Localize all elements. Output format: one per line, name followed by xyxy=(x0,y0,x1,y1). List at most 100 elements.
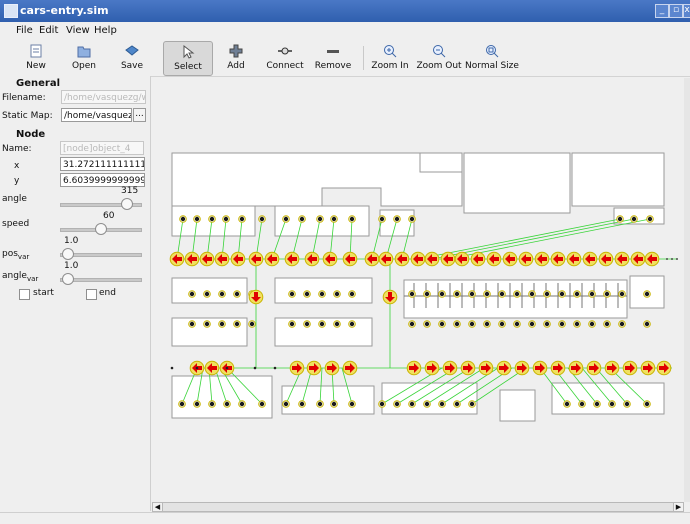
parked-car-node[interactable] xyxy=(318,290,326,298)
traffic-flow-node[interactable] xyxy=(382,289,398,305)
traffic-flow-node[interactable] xyxy=(248,251,264,267)
parked-car-node[interactable] xyxy=(438,320,446,328)
open-button[interactable]: Open xyxy=(60,41,108,74)
traffic-flow-node[interactable] xyxy=(424,251,440,267)
traffic-flow-node[interactable] xyxy=(630,251,646,267)
parked-car-node[interactable] xyxy=(298,400,306,408)
parked-car-node[interactable] xyxy=(618,320,626,328)
parked-car-node[interactable] xyxy=(468,320,476,328)
traffic-flow-node[interactable] xyxy=(324,360,340,376)
parked-car-node[interactable] xyxy=(223,400,231,408)
traffic-flow-node[interactable] xyxy=(614,251,630,267)
waypoint-node[interactable] xyxy=(195,366,199,370)
parked-car-node[interactable] xyxy=(188,290,196,298)
parked-car-node[interactable] xyxy=(188,320,196,328)
traffic-flow-node[interactable] xyxy=(424,360,440,376)
traffic-flow-node[interactable] xyxy=(566,251,582,267)
traffic-flow-node[interactable] xyxy=(598,251,614,267)
traffic-flow-node[interactable] xyxy=(502,251,518,267)
parked-car-node[interactable] xyxy=(348,215,356,223)
traffic-flow-node[interactable] xyxy=(169,251,185,267)
connect-button[interactable]: Connect xyxy=(261,41,309,74)
parked-car-node[interactable] xyxy=(193,400,201,408)
parked-car-node[interactable] xyxy=(498,290,506,298)
parking-map[interactable] xyxy=(152,78,684,502)
static-map-field[interactable]: /home/vasquezg xyxy=(61,108,132,122)
traffic-flow-node[interactable] xyxy=(568,360,584,376)
pos-var-slider[interactable] xyxy=(60,247,142,261)
horizontal-scrollbar[interactable]: ◀ ▶ xyxy=(152,502,684,512)
menu-help[interactable]: Help xyxy=(94,25,117,36)
traffic-flow-node[interactable] xyxy=(406,360,422,376)
parked-car-node[interactable] xyxy=(318,320,326,328)
parked-car-node[interactable] xyxy=(248,320,256,328)
traffic-flow-node[interactable] xyxy=(532,360,548,376)
parked-car-node[interactable] xyxy=(468,400,476,408)
parked-car-node[interactable] xyxy=(218,320,226,328)
parked-car-node[interactable] xyxy=(483,290,491,298)
parked-car-node[interactable] xyxy=(498,320,506,328)
parked-car-node[interactable] xyxy=(513,290,521,298)
parked-car-node[interactable] xyxy=(438,400,446,408)
angle-slider[interactable] xyxy=(60,197,142,211)
parked-car-node[interactable] xyxy=(282,215,290,223)
parked-car-node[interactable] xyxy=(408,400,416,408)
parked-car-node[interactable] xyxy=(258,400,266,408)
parked-car-node[interactable] xyxy=(623,400,631,408)
parked-car-node[interactable] xyxy=(233,320,241,328)
parked-car-node[interactable] xyxy=(330,215,338,223)
traffic-flow-node[interactable] xyxy=(604,360,620,376)
menu-edit[interactable]: Edit xyxy=(39,25,58,36)
parked-car-node[interactable] xyxy=(408,320,416,328)
parked-car-node[interactable] xyxy=(558,290,566,298)
parked-car-node[interactable] xyxy=(233,290,241,298)
vertical-scrollbar[interactable] xyxy=(684,78,690,502)
parked-car-node[interactable] xyxy=(528,290,536,298)
parked-car-node[interactable] xyxy=(193,215,201,223)
parked-car-node[interactable] xyxy=(528,320,536,328)
traffic-flow-node[interactable] xyxy=(410,251,426,267)
zoom-in-button[interactable]: Zoom In xyxy=(366,41,414,74)
parked-car-node[interactable] xyxy=(588,290,596,298)
traffic-flow-node[interactable] xyxy=(342,360,358,376)
traffic-flow-node[interactable] xyxy=(454,251,470,267)
parked-car-node[interactable] xyxy=(393,400,401,408)
parked-car-node[interactable] xyxy=(258,215,266,223)
parked-car-node[interactable] xyxy=(303,320,311,328)
filename-field[interactable]: /home/vasquezg/wo xyxy=(61,90,146,104)
y-field[interactable]: 6.60399999999995 xyxy=(60,173,145,187)
traffic-flow-node[interactable] xyxy=(470,251,486,267)
traffic-flow-node[interactable] xyxy=(304,251,320,267)
parked-car-node[interactable] xyxy=(333,320,341,328)
parked-car-node[interactable] xyxy=(563,400,571,408)
traffic-flow-node[interactable] xyxy=(460,360,476,376)
parked-car-node[interactable] xyxy=(222,215,230,223)
traffic-flow-node[interactable] xyxy=(656,360,672,376)
traffic-flow-node[interactable] xyxy=(514,360,530,376)
parked-car-node[interactable] xyxy=(608,400,616,408)
waypoint-node[interactable] xyxy=(225,366,229,370)
traffic-flow-node[interactable] xyxy=(264,251,280,267)
parked-car-node[interactable] xyxy=(238,215,246,223)
remove-button[interactable]: Remove xyxy=(309,41,357,74)
angle-var-slider[interactable] xyxy=(60,272,142,286)
end-checkbox[interactable] xyxy=(86,289,97,300)
traffic-flow-node[interactable] xyxy=(248,289,264,305)
parked-car-node[interactable] xyxy=(208,215,216,223)
parked-car-node[interactable] xyxy=(573,290,581,298)
menu-view[interactable]: View xyxy=(66,25,90,36)
browse-static-map-button[interactable]: ... xyxy=(133,108,146,122)
select-button[interactable]: Select xyxy=(163,41,213,76)
traffic-flow-node[interactable] xyxy=(214,251,230,267)
save-button[interactable]: Save xyxy=(108,41,156,74)
parked-car-node[interactable] xyxy=(646,215,654,223)
parked-car-node[interactable] xyxy=(316,215,324,223)
traffic-flow-node[interactable] xyxy=(496,360,512,376)
waypoint-node[interactable] xyxy=(253,366,257,370)
traffic-flow-node[interactable] xyxy=(486,251,502,267)
traffic-flow-node[interactable] xyxy=(284,251,300,267)
scroll-left-button[interactable]: ◀ xyxy=(153,503,163,511)
traffic-flow-node[interactable] xyxy=(230,251,246,267)
parked-car-node[interactable] xyxy=(298,215,306,223)
parked-car-node[interactable] xyxy=(453,320,461,328)
